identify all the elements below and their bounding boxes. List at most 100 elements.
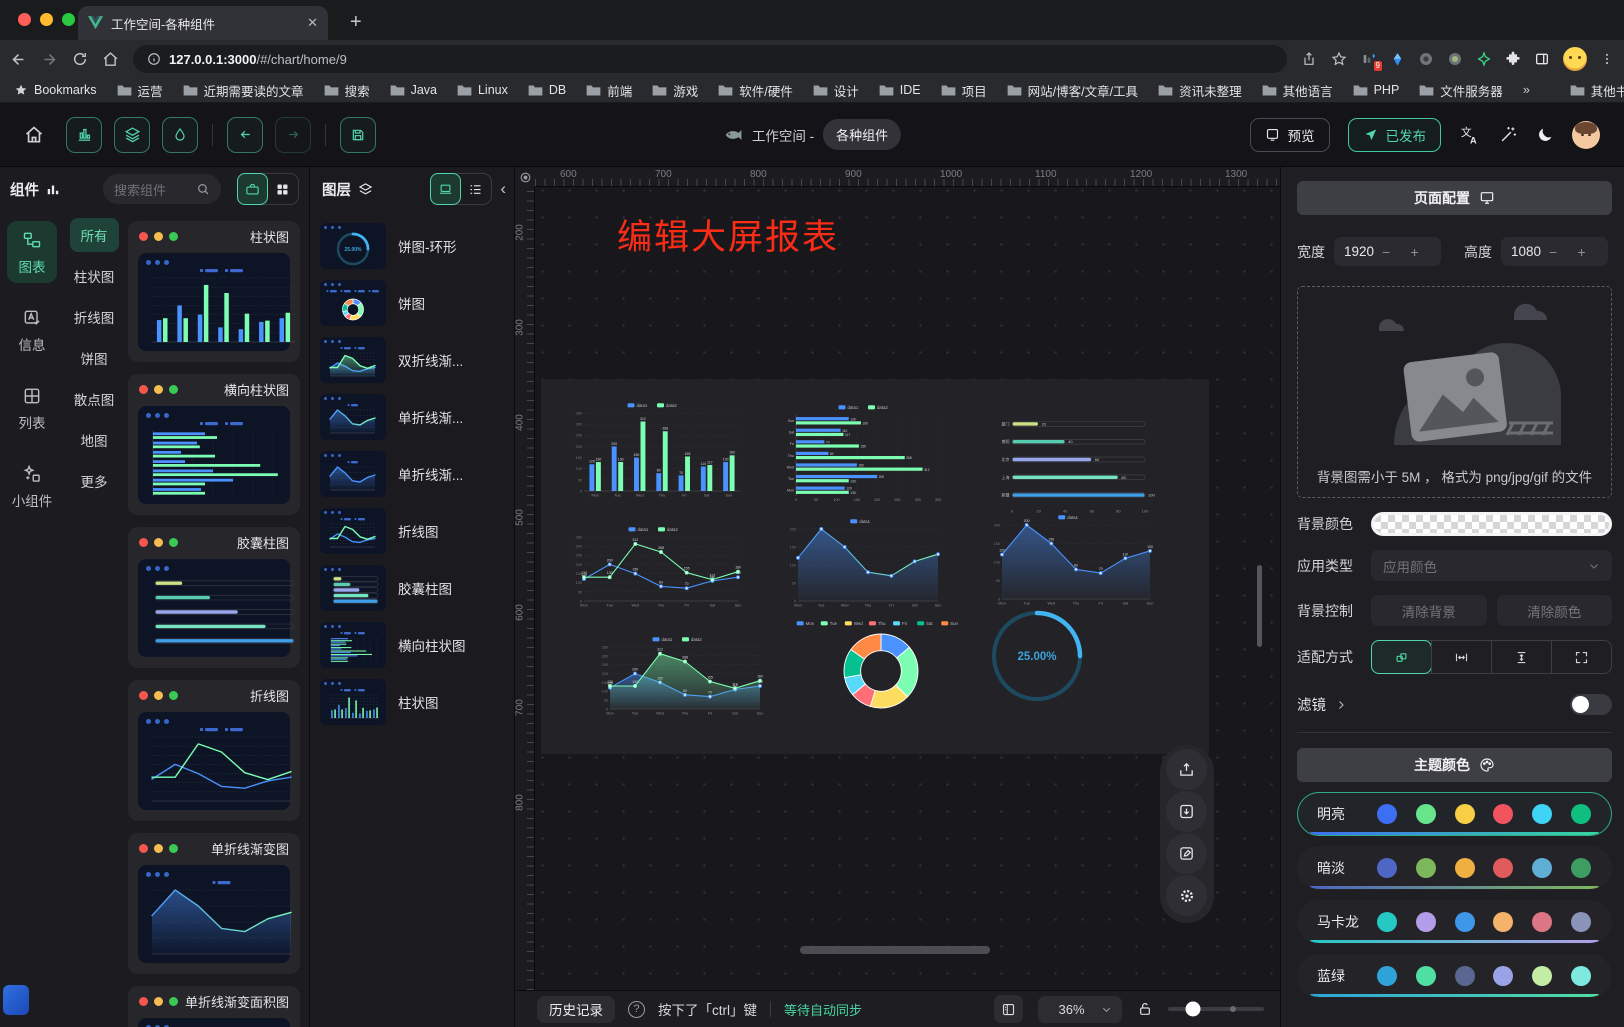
import-button[interactable]: [1166, 791, 1207, 832]
extension-kite-icon[interactable]: [1390, 52, 1405, 67]
background-upload-dropzone[interactable]: 背景图需小于 5M ， 格式为 png/jpg/gif 的文件: [1297, 286, 1612, 498]
bookmark-folder[interactable]: 资讯未整理: [1158, 81, 1242, 100]
redo-button[interactable]: [275, 117, 311, 153]
tab-close-icon[interactable]: ✕: [307, 15, 318, 31]
layer-item[interactable]: 双折线渐...: [320, 337, 504, 383]
charts-tool-button[interactable]: [66, 117, 102, 153]
height-input[interactable]: 1080 − +: [1501, 237, 1608, 266]
theme-tool-button[interactable]: [162, 117, 198, 153]
extension-dot-icon[interactable]: [1447, 51, 1463, 67]
magic-wand-icon[interactable]: [1499, 125, 1518, 144]
ruler-eye-icon[interactable]: [515, 167, 535, 187]
edit-button[interactable]: [1166, 833, 1207, 874]
close-window-button[interactable]: [18, 13, 31, 26]
browser-profile-avatar[interactable]: [1563, 47, 1587, 71]
search-input[interactable]: 搜索组件: [103, 174, 221, 204]
bookmark-folder[interactable]: 文件服务器: [1419, 81, 1503, 100]
layer-list-view-button[interactable]: [460, 174, 491, 204]
bookmark-folder[interactable]: 游戏: [652, 81, 698, 100]
category-小组件[interactable]: 小组件: [7, 455, 57, 517]
browser-menu-icon[interactable]: [1600, 52, 1614, 66]
share-icon[interactable]: [1301, 51, 1317, 67]
layer-item[interactable]: 折线图: [320, 508, 504, 554]
component-card[interactable]: 胶囊柱图: [128, 527, 300, 668]
subcategory-柱状图[interactable]: 柱状图: [74, 266, 115, 286]
canvas-area[interactable]: 6007008009001000110012001300 20030040050…: [515, 167, 1280, 1027]
bookmark-folder[interactable]: IDE: [879, 83, 921, 97]
minimize-window-button[interactable]: [40, 13, 53, 26]
site-info-icon[interactable]: [147, 52, 161, 66]
layer-item[interactable]: 饼图: [320, 280, 504, 326]
component-card[interactable]: 柱状图: [128, 221, 300, 362]
bookmark-folder[interactable]: 其他语言: [1262, 81, 1333, 100]
component-card[interactable]: 横向柱状图: [128, 374, 300, 515]
layer-thumbnail-view-button[interactable]: [430, 173, 461, 205]
preview-button[interactable]: 预览: [1250, 118, 1330, 152]
layer-item[interactable]: 单折线渐...: [320, 451, 504, 497]
bookmark-folder[interactable]: 项目: [941, 81, 987, 100]
history-button[interactable]: 历史记录: [537, 996, 615, 1023]
layer-item[interactable]: 单折线渐...: [320, 394, 504, 440]
grid-view-button[interactable]: [267, 174, 298, 204]
category-信息[interactable]: 信息: [7, 299, 57, 361]
undo-button[interactable]: [227, 117, 263, 153]
bookmarks-overflow[interactable]: »: [1523, 83, 1530, 97]
zoom-slider[interactable]: [1168, 1007, 1264, 1011]
width-increase-button[interactable]: +: [1411, 244, 1431, 260]
zoom-slider-thumb[interactable]: [1185, 1002, 1200, 1017]
dark-mode-moon-icon[interactable]: [1536, 126, 1554, 144]
fit-scale-button[interactable]: [1371, 640, 1432, 674]
back-icon[interactable]: [10, 51, 27, 68]
subcategory-地图[interactable]: 地图: [81, 430, 108, 450]
user-avatar[interactable]: [1572, 121, 1600, 149]
canvas-chart-capsule[interactable]: 厦门20南阳40北京60上海80新疆100020406080100: [997, 409, 1157, 515]
vertical-scrollbar[interactable]: [1257, 565, 1262, 647]
canvas-chart-line-double[interactable]: data1data2050100150200250300350120200150…: [571, 525, 745, 611]
address-bar[interactable]: 127.0.0.1:3000/#/chart/home/9: [133, 45, 1287, 73]
bookmark-folder[interactable]: 前端: [586, 81, 632, 100]
extension-star-icon[interactable]: [1476, 51, 1492, 67]
bookmark-folder[interactable]: 运营: [117, 81, 163, 100]
canvas-chart-pie-donut[interactable]: MonTueWedThuFriSatSun: [791, 619, 971, 711]
workspace-name-pill[interactable]: 各种组件: [823, 119, 901, 150]
bookmark-star-icon[interactable]: [1331, 51, 1347, 67]
layer-item[interactable]: 柱状图: [320, 679, 504, 725]
component-card[interactable]: 单折线渐变图: [128, 833, 300, 974]
bookmark-folder[interactable]: 网站/博客/文章/工具: [1007, 81, 1138, 100]
extension-pin-icon[interactable]: 9: [1361, 51, 1377, 67]
save-button[interactable]: [340, 117, 376, 153]
fit-height-button[interactable]: [1491, 641, 1551, 673]
theme-row-暗淡[interactable]: 暗淡: [1297, 846, 1612, 890]
height-increase-button[interactable]: +: [1578, 244, 1598, 260]
new-tab-button[interactable]: +: [350, 11, 362, 40]
canvas-chart-line-double-gradient[interactable]: data1data2050100150200250300350120200150…: [597, 635, 767, 719]
help-icon[interactable]: ?: [628, 1001, 645, 1018]
component-card[interactable]: 折线图: [128, 680, 300, 821]
publish-button[interactable]: 已发布: [1348, 118, 1442, 152]
browser-tab[interactable]: 工作空间-各种组件 ✕: [78, 6, 328, 40]
layer-item[interactable]: 横向柱状图: [320, 622, 504, 668]
canvas-chart-ring-progress[interactable]: 25.00%: [987, 599, 1087, 705]
theme-row-明亮[interactable]: 明亮: [1297, 792, 1612, 836]
maximize-window-button[interactable]: [62, 13, 75, 26]
extensions-puzzle-icon[interactable]: [1505, 51, 1521, 67]
layers-tool-button[interactable]: [114, 117, 150, 153]
width-input[interactable]: 1920 − +: [1334, 237, 1441, 266]
bookmark-folder[interactable]: 软件/硬件: [718, 81, 792, 100]
collapse-layers-icon[interactable]: ‹: [500, 179, 506, 199]
category-列表[interactable]: 列表: [7, 377, 57, 439]
align-panel-button[interactable]: [994, 995, 1023, 1023]
bookmark-folder[interactable]: PHP: [1353, 83, 1400, 97]
bookmarks-root[interactable]: Bookmarks: [14, 83, 97, 97]
clear-background-button[interactable]: 清除背景: [1371, 595, 1487, 626]
category-图表[interactable]: 图表: [7, 221, 57, 283]
clear-color-button[interactable]: 清除颜色: [1497, 595, 1613, 626]
settings-button[interactable]: [1166, 875, 1207, 916]
forward-icon[interactable]: [41, 51, 58, 68]
horizontal-scrollbar[interactable]: [800, 946, 990, 954]
bookmark-folder[interactable]: 近期需要读的文章: [183, 81, 304, 100]
bookmark-folder[interactable]: Linux: [457, 83, 508, 97]
home-icon[interactable]: [102, 51, 119, 68]
other-bookmarks[interactable]: 其他书签: [1570, 81, 1624, 100]
extension-circle-icon[interactable]: [1418, 51, 1434, 67]
